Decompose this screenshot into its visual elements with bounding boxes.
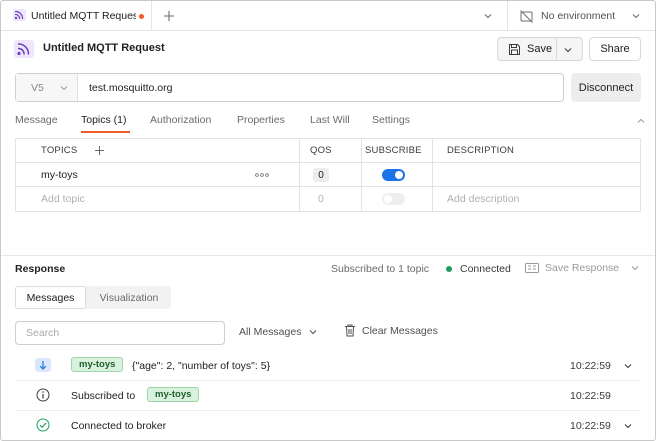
check-circle-icon xyxy=(36,418,50,432)
save-response-button[interactable]: Save Response xyxy=(525,262,641,274)
environment-label: No environment xyxy=(541,10,616,22)
tab-topics[interactable]: Topics (1) xyxy=(81,114,127,126)
table-row: my-toys 0 xyxy=(16,163,640,187)
filter-label: All Messages xyxy=(239,326,302,338)
chevron-down-icon[interactable] xyxy=(561,43,575,57)
column-header-description: DESCRIPTION xyxy=(447,145,515,156)
chevron-down-icon xyxy=(484,14,492,19)
add-description-input[interactable]: Add description xyxy=(447,193,519,205)
no-environment-icon xyxy=(520,9,533,23)
active-tab-indicator xyxy=(81,131,130,133)
divider xyxy=(1,255,655,256)
tab-visualization[interactable]: Visualization xyxy=(87,286,171,309)
save-response-icon xyxy=(525,263,539,273)
add-topic-input[interactable]: Add topic xyxy=(41,193,85,205)
tab-label: Untitled MQTT Reques xyxy=(31,10,136,22)
info-icon xyxy=(36,388,50,402)
message-row[interactable]: Connected to broker 10:22:59 xyxy=(15,411,641,440)
column-header-qos: QOS xyxy=(310,145,332,156)
topic-name[interactable]: my-toys xyxy=(41,169,78,181)
app-window: Untitled MQTT Reques No environment Unti… xyxy=(0,0,656,441)
plus-icon xyxy=(164,11,174,21)
connected-status-icon xyxy=(446,266,452,272)
table-row-new: Add topic 0 Add description xyxy=(16,187,640,211)
arrow-down-icon xyxy=(35,358,51,372)
tab-properties[interactable]: Properties xyxy=(237,114,285,126)
message-row[interactable]: my-toys {"age": 2, "number of toys": 5} … xyxy=(15,351,641,381)
toggle-knob xyxy=(384,195,392,203)
subscribe-toggle[interactable] xyxy=(382,193,405,205)
clear-messages-label: Clear Messages xyxy=(362,324,438,337)
subscribe-toggle[interactable] xyxy=(382,169,405,181)
message-text: Connected to broker xyxy=(71,420,167,432)
new-tab-button[interactable] xyxy=(159,6,179,26)
message-time: 10:22:59 xyxy=(570,390,611,402)
request-tabs: Message Topics (1) Authorization Propert… xyxy=(1,111,655,133)
divider xyxy=(556,38,557,60)
topics-table: TOPICS QOS SUBSCRIBE DESCRIPTION my-toys… xyxy=(15,138,641,212)
column-header-subscribe: SUBSCRIBE xyxy=(365,145,422,156)
tab-settings[interactable]: Settings xyxy=(372,114,410,126)
message-time: 10:22:59 xyxy=(570,360,611,372)
url-input[interactable] xyxy=(89,80,549,96)
message-time: 10:22:59 xyxy=(570,420,611,432)
search-input[interactable] xyxy=(15,321,225,345)
save-label: Save xyxy=(527,43,553,55)
qos-select[interactable]: 0 xyxy=(318,193,324,205)
response-view-tabs: Messages Visualization xyxy=(15,286,171,309)
mqtt-icon xyxy=(13,8,26,24)
message-row: Subscribed to my-toys 10:22:59 xyxy=(15,381,641,411)
response-title: Response xyxy=(15,263,66,275)
chevron-down-icon[interactable] xyxy=(622,420,634,432)
chevron-down-icon xyxy=(60,86,68,91)
mqtt-version-select[interactable]: V5 xyxy=(16,74,78,101)
more-options-icon[interactable] xyxy=(255,172,269,178)
subscription-status: Subscribed to 1 topic xyxy=(331,263,430,275)
clear-messages-button[interactable]: Clear Messages xyxy=(344,324,438,337)
environment-selector[interactable]: No environment xyxy=(507,1,655,31)
chevron-down-icon[interactable] xyxy=(622,360,634,372)
save-icon xyxy=(509,43,520,55)
url-bar: V5 xyxy=(15,73,564,102)
tab-last-will[interactable]: Last Will xyxy=(310,114,350,126)
tab-message[interactable]: Message xyxy=(15,114,58,126)
unsaved-dot-icon xyxy=(139,13,144,19)
trash-icon xyxy=(345,324,355,337)
chevron-down-icon xyxy=(310,330,317,335)
version-label: V5 xyxy=(31,81,44,94)
toggle-knob xyxy=(395,171,403,179)
save-response-label: Save Response xyxy=(545,262,620,274)
topic-tag: my-toys xyxy=(147,387,200,402)
topic-tag: my-toys xyxy=(71,357,124,372)
connection-status: Connected xyxy=(460,263,511,275)
chevron-up-icon[interactable] xyxy=(635,115,647,127)
chevron-down-icon xyxy=(632,14,640,19)
column-header-topics: TOPICS xyxy=(41,145,78,156)
save-button[interactable]: Save xyxy=(497,37,583,61)
message-payload: {"age": 2, "number of toys": 5} xyxy=(132,360,271,372)
chevron-down-icon[interactable] xyxy=(629,262,641,274)
request-tab[interactable]: Untitled MQTT Reques xyxy=(1,1,152,31)
share-button[interactable]: Share xyxy=(589,37,641,61)
plus-icon[interactable] xyxy=(94,145,105,156)
qos-select[interactable]: 0 xyxy=(313,168,329,182)
mqtt-icon xyxy=(14,40,34,58)
tab-bar: Untitled MQTT Reques No environment xyxy=(1,1,655,31)
tab-authorization[interactable]: Authorization xyxy=(150,114,211,126)
message-filter-dropdown[interactable]: All Messages xyxy=(239,326,319,338)
message-text: Subscribed to xyxy=(71,390,136,402)
request-header: Untitled MQTT Request Save Share xyxy=(1,31,655,67)
tabs-dropdown-button[interactable] xyxy=(481,9,495,23)
disconnect-button[interactable]: Disconnect xyxy=(571,73,641,102)
tab-messages[interactable]: Messages xyxy=(15,286,86,309)
table-header-row: TOPICS QOS SUBSCRIBE DESCRIPTION xyxy=(16,139,640,163)
request-title[interactable]: Untitled MQTT Request xyxy=(43,42,165,54)
